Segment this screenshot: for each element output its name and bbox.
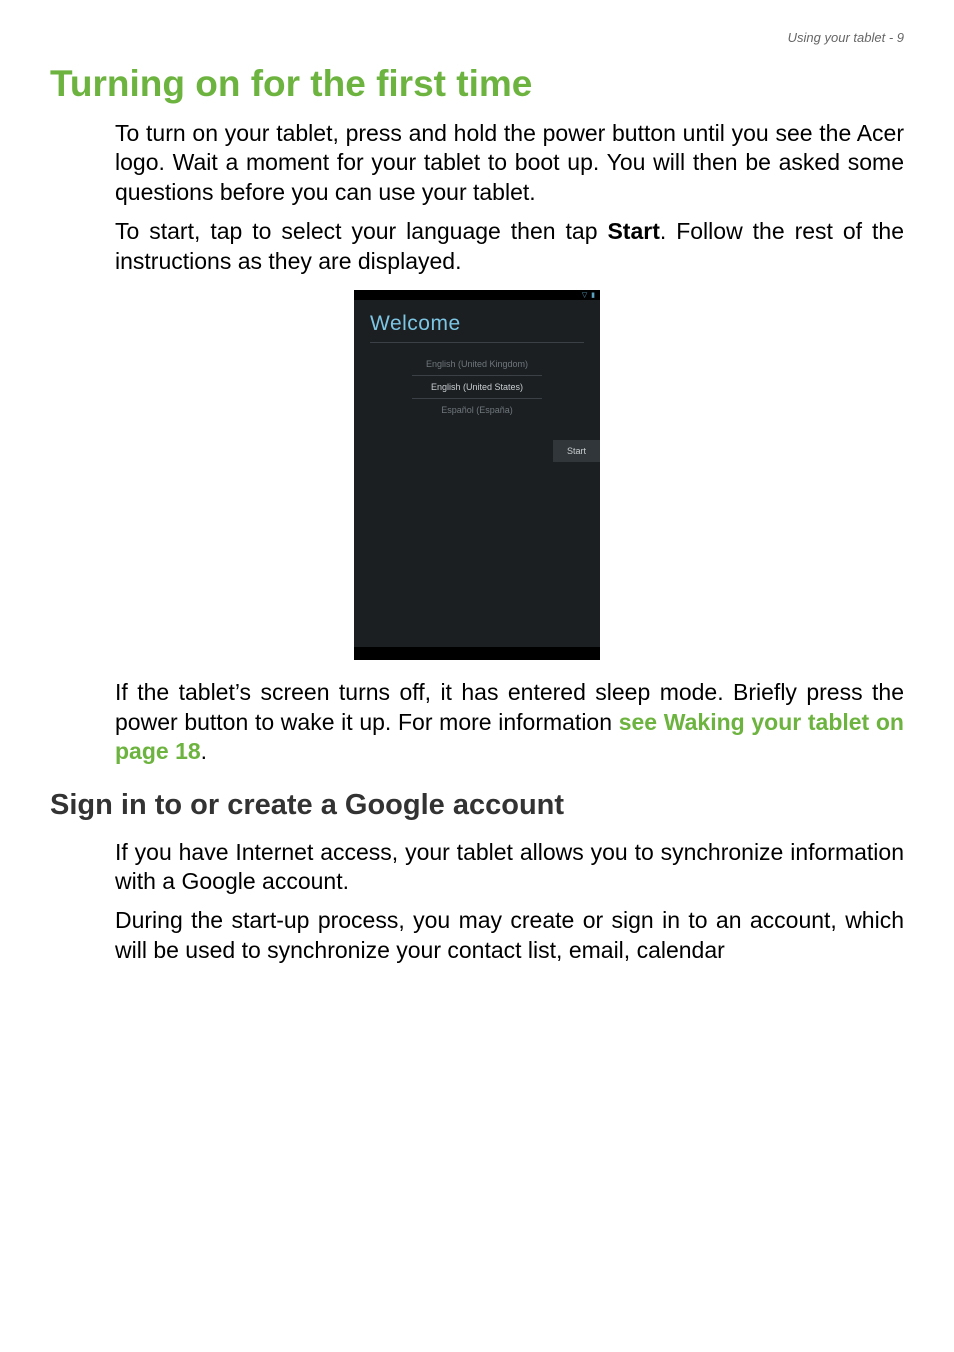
- start-button: Start: [553, 440, 600, 462]
- paragraph-5: During the start-up process, you may cre…: [115, 906, 904, 965]
- paragraph-3-seg-b: .: [201, 738, 207, 764]
- heading-google-account: Sign in to or create a Google account: [50, 789, 904, 822]
- tablet-status-bar: ▽ ▮: [354, 290, 600, 300]
- paragraph-2-seg-a: To start, tap to select your language th…: [115, 218, 607, 244]
- language-option-3: Español (España): [354, 399, 600, 421]
- heading-turning-on: Turning on for the first time: [50, 63, 904, 105]
- status-icons: ▽ ▮: [582, 291, 596, 299]
- page: Using your tablet - 9 Turning on for the…: [0, 0, 954, 1352]
- tablet-welcome-screenshot: ▽ ▮ Welcome English (United Kingdom) Eng…: [354, 290, 600, 660]
- language-picker: English (United Kingdom) English (United…: [354, 353, 600, 421]
- paragraph-2: To start, tap to select your language th…: [115, 217, 904, 276]
- tablet-nav-bar: [354, 647, 600, 660]
- welcome-title: Welcome: [354, 300, 600, 342]
- paragraph-4: If you have Internet access, your tablet…: [115, 838, 904, 897]
- body-block-2: If the tablet’s screen turns off, it has…: [115, 678, 904, 766]
- screenshot-container: ▽ ▮ Welcome English (United Kingdom) Eng…: [50, 290, 904, 660]
- page-header-right: Using your tablet - 9: [50, 30, 904, 45]
- body-block-1: To turn on your tablet, press and hold t…: [115, 119, 904, 276]
- paragraph-2-bold: Start: [607, 218, 659, 244]
- paragraph-3: If the tablet’s screen turns off, it has…: [115, 678, 904, 766]
- language-option-1: English (United Kingdom): [354, 353, 600, 375]
- welcome-underline: [370, 342, 584, 343]
- body-block-3: If you have Internet access, your tablet…: [115, 838, 904, 966]
- language-option-selected: English (United States): [412, 375, 542, 399]
- paragraph-1: To turn on your tablet, press and hold t…: [115, 119, 904, 207]
